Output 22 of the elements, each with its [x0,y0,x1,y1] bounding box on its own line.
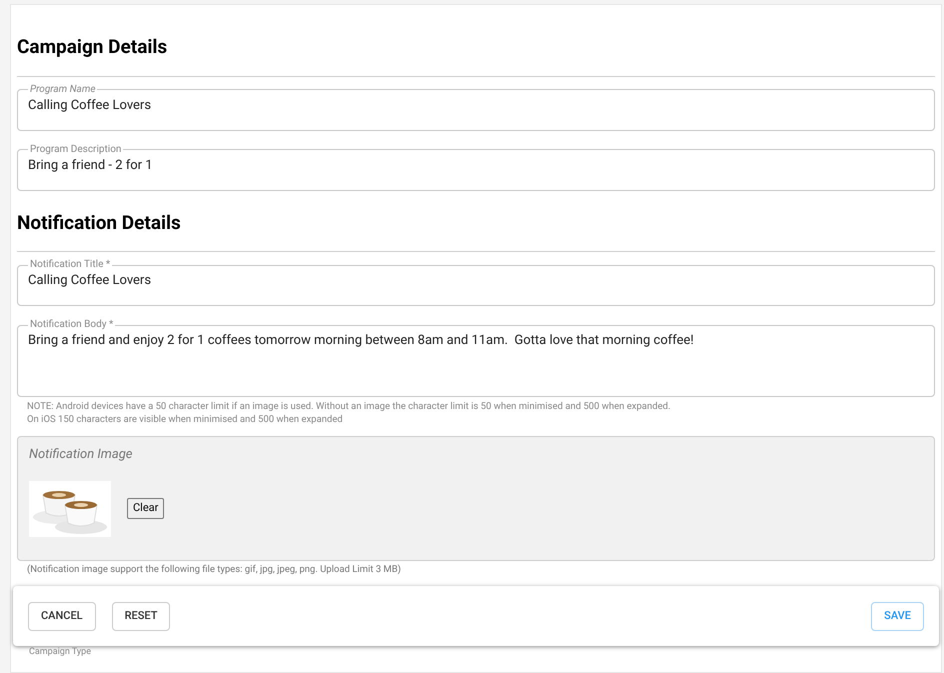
section-heading: Campaign Details [17,34,168,60]
field-value: Bring a friend - 2 for 1 [28,156,154,174]
clear-button[interactable]: Clear [127,498,164,519]
input-field[interactable]: Program Description Bring a friend - 2 for 1 [17,144,935,190]
field-value: Bring a friend and enjoy 2 for 1 coffees tomorrow morning between 8am and 11am. Gotta love that morning coffee! [28,332,695,349]
input-field[interactable]: Program Name Calling Coffee Lovers [17,84,935,130]
field-label: Program Name [29,84,96,94]
textarea-field[interactable]: Notification Body * Bring a friend and enjoy 2 for 1 coffees tomorrow morning between 8am and 11am. Gotta love that morning coffee! [17,320,935,397]
helper-note: NOTE: Android devices have a 50 character limit if an image is used. Without an image the character limit is 50 when minimised and 500 when expanded. [27,400,672,413]
helper-note: On iOS 150 characters are visible when minimised and 500 when expanded [27,413,344,426]
upload-help-text: (Notification image support the following file types: gif, jpg, jpeg, png. Upload Limit 3 MB) [26,563,402,577]
field-label: Notification Body * [29,320,114,330]
action-button[interactable]: RESET [112,602,170,631]
action-button[interactable]: CANCEL [28,602,96,631]
field-label: Campaign Type [28,647,92,658]
field-value: Calling Coffee Lovers [28,96,152,114]
field-label: Program Description [29,144,122,154]
input-field[interactable]: Notification Title * Calling Coffee Lovers [17,260,935,306]
panel-title: Notification Image [29,446,134,464]
field-label: Notification Title * [29,260,112,270]
section-heading: Notification Details [17,210,182,236]
field-value: Calling Coffee Lovers [28,272,152,289]
